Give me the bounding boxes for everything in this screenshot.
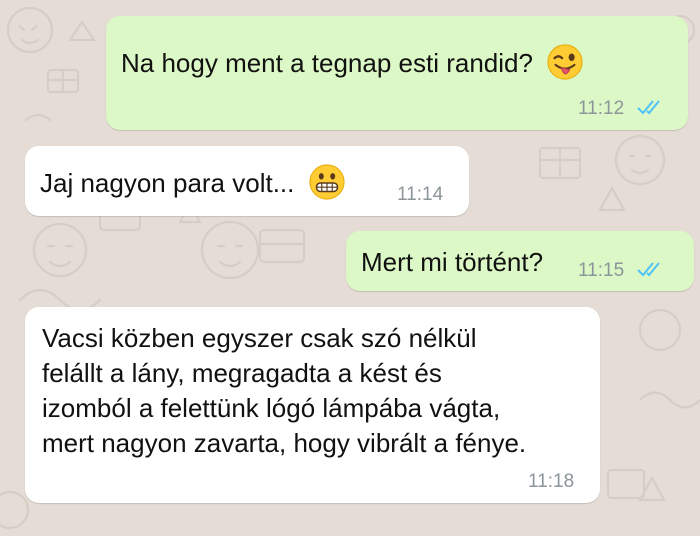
double-check-read-icon bbox=[637, 100, 660, 115]
double-check-read-icon bbox=[637, 262, 660, 277]
message-line: felállt a lány, megragadta a kést és bbox=[42, 358, 442, 388]
incoming-message-bubble[interactable]: Jaj nagyon para volt... 11:14 bbox=[25, 146, 469, 216]
message-text-content: Mert mi történt? bbox=[361, 247, 544, 277]
message-timestamp: 11:18 bbox=[528, 471, 575, 492]
incoming-message-bubble[interactable]: Vacsi közben egyszer csak szó nélkül fel… bbox=[25, 307, 600, 503]
outgoing-message-bubble[interactable]: Na hogy ment a tegnap esti randid? 11:12 bbox=[106, 16, 688, 130]
message-text-content: Jaj nagyon para volt... bbox=[40, 167, 295, 198]
outgoing-message-bubble[interactable]: Mert mi történt? 11:15 bbox=[346, 231, 694, 291]
message-text: Vacsi közben egyszer csak szó nélkül fel… bbox=[42, 321, 526, 461]
grimacing-face-icon bbox=[309, 164, 345, 200]
message-text-content: Na hogy ment a tegnap esti randid? bbox=[121, 47, 533, 78]
winking-face-with-tongue-icon bbox=[547, 44, 583, 80]
message-line: izomból a felettünk lógó lámpába vágta, bbox=[42, 393, 501, 423]
message-line: Vacsi közben egyszer csak szó nélkül bbox=[42, 323, 477, 353]
message-text: Jaj nagyon para volt... bbox=[40, 164, 346, 204]
message-timestamp: 11:14 bbox=[397, 184, 444, 205]
message-text: Mert mi történt? bbox=[361, 247, 543, 277]
message-timestamp: 11:15 bbox=[578, 260, 625, 281]
message-line: mert nagyon zavarta, hogy vibrált a fény… bbox=[42, 428, 527, 458]
message-text: Na hogy ment a tegnap esti randid? bbox=[121, 44, 584, 84]
message-timestamp: 11:12 bbox=[578, 98, 625, 119]
